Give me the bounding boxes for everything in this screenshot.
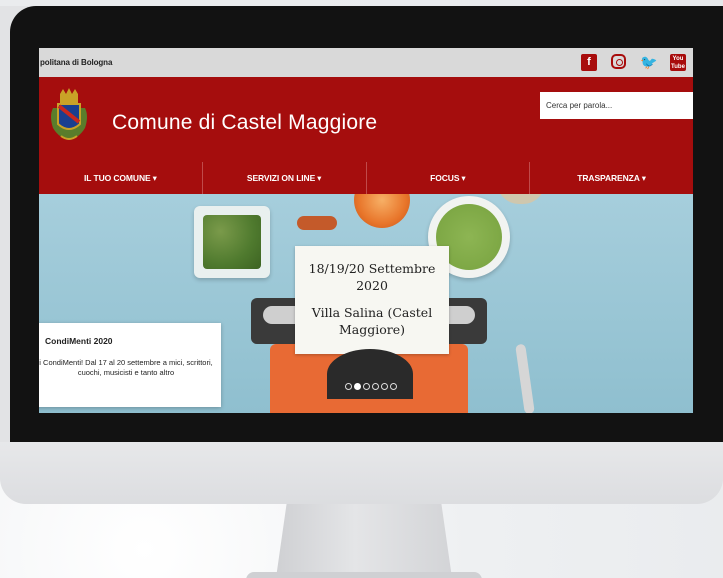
nav-label: IL TUO COMUNE xyxy=(84,173,151,183)
slider-dot[interactable] xyxy=(381,383,388,390)
slider-pagination xyxy=(345,383,397,390)
typewriter-keys-image xyxy=(327,349,413,399)
twitter-icon[interactable]: 🐦 xyxy=(640,54,657,71)
municipal-crest-icon[interactable] xyxy=(47,86,91,144)
bowl-image xyxy=(497,194,545,204)
monitor-chin xyxy=(0,442,723,504)
knife-image xyxy=(515,343,535,413)
nav-item-il-tuo-comune[interactable]: IL TUO COMUNE ▾ xyxy=(39,162,203,194)
youtube-icon[interactable]: You Tube xyxy=(670,54,686,71)
event-dates: 18/19/20 Settembre 2020 xyxy=(308,261,436,293)
slider-dot[interactable] xyxy=(345,383,352,390)
chevron-down-icon: ▾ xyxy=(317,173,322,183)
main-navigation: IL TUO COMUNE ▾ SERVIZI ON LINE ▾ FOCUS ▾ T… xyxy=(39,162,693,194)
slider-dot[interactable] xyxy=(372,383,379,390)
chili-image xyxy=(297,216,337,230)
scene: politana di Bologna f 🐦 You Tube Comune … xyxy=(0,0,723,578)
chevron-down-icon: ▾ xyxy=(461,173,466,183)
slider-dot[interactable] xyxy=(363,383,370,390)
facebook-icon[interactable]: f xyxy=(581,54,597,71)
nav-item-servizi-on-line[interactable]: SERVIZI ON LINE ▾ xyxy=(203,162,367,194)
site-title[interactable]: Comune di Castel Maggiore xyxy=(112,111,377,135)
website-screen: politana di Bologna f 🐦 You Tube Comune … xyxy=(39,48,693,413)
event-place: Villa Salina (Castel Maggiore) xyxy=(311,305,433,337)
slide-caption[interactable]: CondiMenti 2020 i CondiMenti! Dal 17 al … xyxy=(39,323,221,407)
slide-caption-text: i CondiMenti! Dal 17 al 20 settembre a m… xyxy=(39,358,213,377)
instagram-icon[interactable] xyxy=(611,54,626,69)
slider-dot[interactable] xyxy=(390,383,397,390)
social-links: f 🐦 You Tube xyxy=(581,54,686,71)
chevron-down-icon: ▾ xyxy=(641,173,646,183)
nav-item-focus[interactable]: FOCUS ▾ xyxy=(367,162,531,194)
nav-label: FOCUS xyxy=(430,173,460,183)
monitor-stand xyxy=(276,504,452,578)
chevron-down-icon: ▾ xyxy=(152,173,157,183)
typewriter-paper: 18/19/20 Settembre 2020 Villa Salina (Ca… xyxy=(295,246,449,354)
orange-slice-image xyxy=(354,194,410,228)
monitor: politana di Bologna f 🐦 You Tube Comune … xyxy=(0,6,723,504)
slider-dot[interactable] xyxy=(354,383,361,390)
search-input[interactable] xyxy=(540,92,693,119)
nav-item-trasparenza[interactable]: TRASPARENZA ▾ xyxy=(530,162,693,194)
site-header: Comune di Castel Maggiore xyxy=(39,77,693,162)
metro-city-link[interactable]: politana di Bologna xyxy=(40,58,112,67)
nav-label: TRASPARENZA xyxy=(577,173,640,183)
slide-caption-title: CondiMenti 2020 xyxy=(45,336,113,346)
top-utility-bar: politana di Bologna f 🐦 You Tube xyxy=(39,48,693,77)
hero-slider[interactable]: 18/19/20 Settembre 2020 Villa Salina (Ca… xyxy=(39,194,693,413)
nav-label: SERVIZI ON LINE xyxy=(246,173,316,183)
herbs-plate-image xyxy=(194,206,270,278)
monitor-stand-base xyxy=(246,572,482,578)
